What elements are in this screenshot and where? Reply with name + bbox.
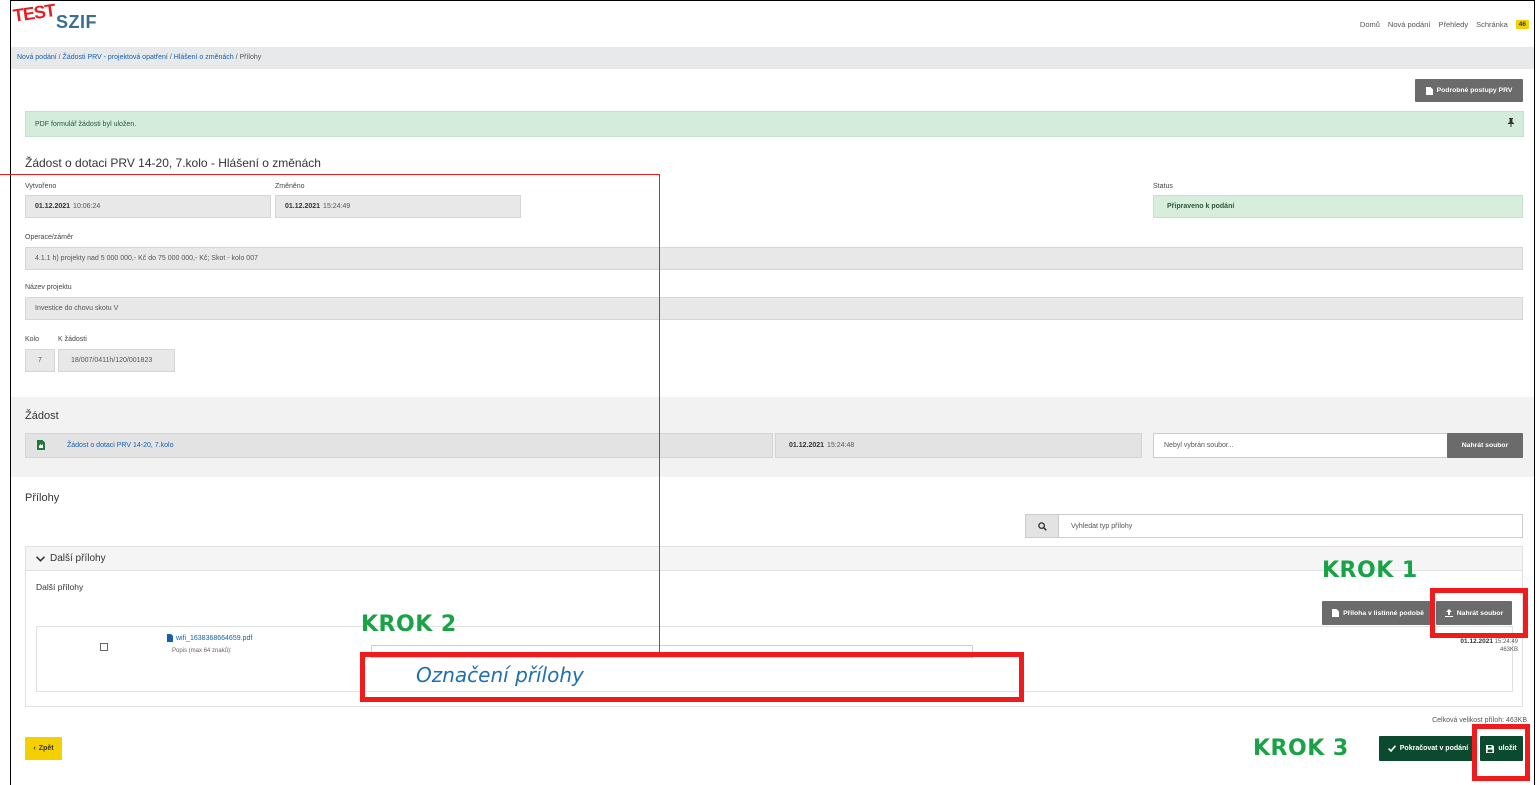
step-2-label: KROK 2: [361, 612, 457, 637]
request-document-link[interactable]: Žádost o dotaci PRV 14-20, 7.kolo: [67, 442, 174, 449]
pdf-file-icon: [37, 440, 45, 450]
status-label: Status: [1153, 183, 1173, 190]
nav-overviews[interactable]: Přehledy: [1438, 20, 1468, 29]
inbox-count-badge[interactable]: 46: [1515, 20, 1529, 29]
chevron-down-icon: [36, 555, 45, 562]
top-nav: Domů Nová podání Přehledy Schránka 46: [1360, 20, 1529, 29]
attachment-size: 463KB: [1499, 647, 1518, 653]
success-alert: [25, 111, 1524, 137]
breadcrumb-current: Přílohy: [239, 54, 262, 61]
request-file-input[interactable]: Nebyl vybrán soubor...: [1153, 433, 1448, 458]
continue-button[interactable]: Pokračovat v podání: [1379, 736, 1477, 761]
round-label: Kolo: [25, 336, 40, 343]
breadcrumb: Nová podání / Žádosti PRV - projektová o…: [17, 54, 261, 61]
panel-subtitle: Další přílohy: [36, 582, 84, 592]
operation-field: 4.1.1 h) projekty nad 5 000 000,- Kč do …: [25, 247, 1523, 270]
nav-home[interactable]: Domů: [1360, 20, 1380, 29]
check-icon: [1387, 745, 1396, 752]
created-label: Vytvořeno: [25, 183, 57, 190]
step-3-label: KROK 3: [1253, 736, 1349, 761]
alert-message: PDF formulář žádosti byl uložen.: [35, 121, 137, 128]
project-field: Investice do chovu skotu V: [25, 297, 1523, 320]
changed-field: 01.12.2021 15:24:49: [275, 195, 521, 218]
procedures-button-label: Podrobné postupy PRV: [1436, 87, 1513, 94]
panel-title: Další přílohy: [50, 553, 106, 564]
changed-date: 01.12.2021: [285, 203, 321, 210]
attachment-time: 15:24:49: [1494, 639, 1518, 645]
step-3-highlight: [1472, 724, 1530, 781]
request-section-title: Žádost: [25, 410, 59, 422]
paper-attachment-button[interactable]: Příloha v listinné podobě: [1322, 601, 1434, 625]
attachment-file-link[interactable]: wifi_1638368664659.pdf: [167, 634, 252, 642]
annotation-line: [0, 174, 660, 175]
procedures-button[interactable]: Podrobné postupy PRV: [1415, 79, 1523, 102]
search-icon: [1037, 521, 1047, 531]
back-button-label: Zpět: [38, 745, 54, 752]
request-date: 01.12.2021: [789, 442, 825, 449]
back-button[interactable]: ‹ Zpět: [25, 737, 62, 760]
top-bar: [11, 1, 1534, 45]
request-label: K žádosti: [58, 336, 87, 343]
attachment-checkbox[interactable]: [100, 643, 108, 651]
document-icon: [1425, 86, 1433, 95]
brand-logo[interactable]: SZIF: [56, 12, 97, 33]
request-time: 15:24:48: [827, 442, 855, 449]
status-field: Připraveno k podání: [1153, 195, 1523, 218]
pin-icon[interactable]: [1506, 117, 1516, 127]
paper-attachment-label: Příloha v listinné podobě: [1343, 609, 1424, 617]
description-label: Popis (max 64 znaků):: [172, 648, 232, 654]
total-size: Celková velikost příloh: 463KB: [1432, 717, 1527, 724]
project-label: Název projektu: [25, 284, 72, 291]
changed-label: Změněno: [275, 183, 305, 190]
continue-button-label: Pokračovat v podání: [1399, 745, 1469, 752]
changed-time: 15:24:49: [323, 203, 351, 210]
created-date: 01.12.2021: [35, 203, 71, 210]
document-icon: [1332, 609, 1340, 617]
request-upload-button[interactable]: Nahrát soubor: [1447, 433, 1523, 458]
attachments-section-title: Přílohy: [25, 492, 60, 504]
attachment-date: 01.12.2021: [1460, 638, 1493, 645]
description-hint: Označení přílohy: [416, 663, 584, 687]
attachment-type-search-input[interactable]: Vyhledat typ přílohy: [1058, 514, 1523, 538]
operation-label: Operace/záměr: [25, 234, 74, 241]
step-1-highlight: [1430, 588, 1528, 638]
round-field: 7: [25, 349, 55, 372]
breadcrumb-change-reports[interactable]: Hlášení o změnách: [174, 54, 234, 61]
attachment-file-name: wifi_1638368664659.pdf: [176, 634, 253, 642]
nav-inbox[interactable]: Schránka: [1476, 20, 1508, 29]
search-button[interactable]: [1025, 514, 1059, 538]
request-field: 18/007/0411h/120/001823: [58, 349, 175, 372]
request-document-date: 01.12.2021 15:24:48: [775, 433, 1142, 458]
chevron-left-icon: ‹: [33, 745, 36, 752]
created-field: 01.12.2021 10:06:24: [25, 195, 271, 218]
step-1-label: KROK 1: [1322, 558, 1418, 583]
breadcrumb-new-submissions[interactable]: Nová podání: [17, 54, 57, 61]
nav-new-submissions[interactable]: Nová podání: [1388, 20, 1431, 29]
created-time: 10:06:24: [73, 203, 101, 210]
other-attachments-panel-header[interactable]: [26, 547, 1522, 571]
file-icon: [167, 634, 173, 642]
other-attachments-toggle[interactable]: Další přílohy: [36, 553, 106, 564]
attachment-meta: 01.12.2021 15:24:49 463KB: [1460, 638, 1518, 654]
page-title: Žádost o dotaci PRV 14-20, 7.kolo - Hláš…: [25, 156, 321, 170]
annotation-line: [659, 174, 660, 652]
breadcrumb-prv-requests[interactable]: Žádosti PRV - projektová opatření: [63, 54, 168, 61]
